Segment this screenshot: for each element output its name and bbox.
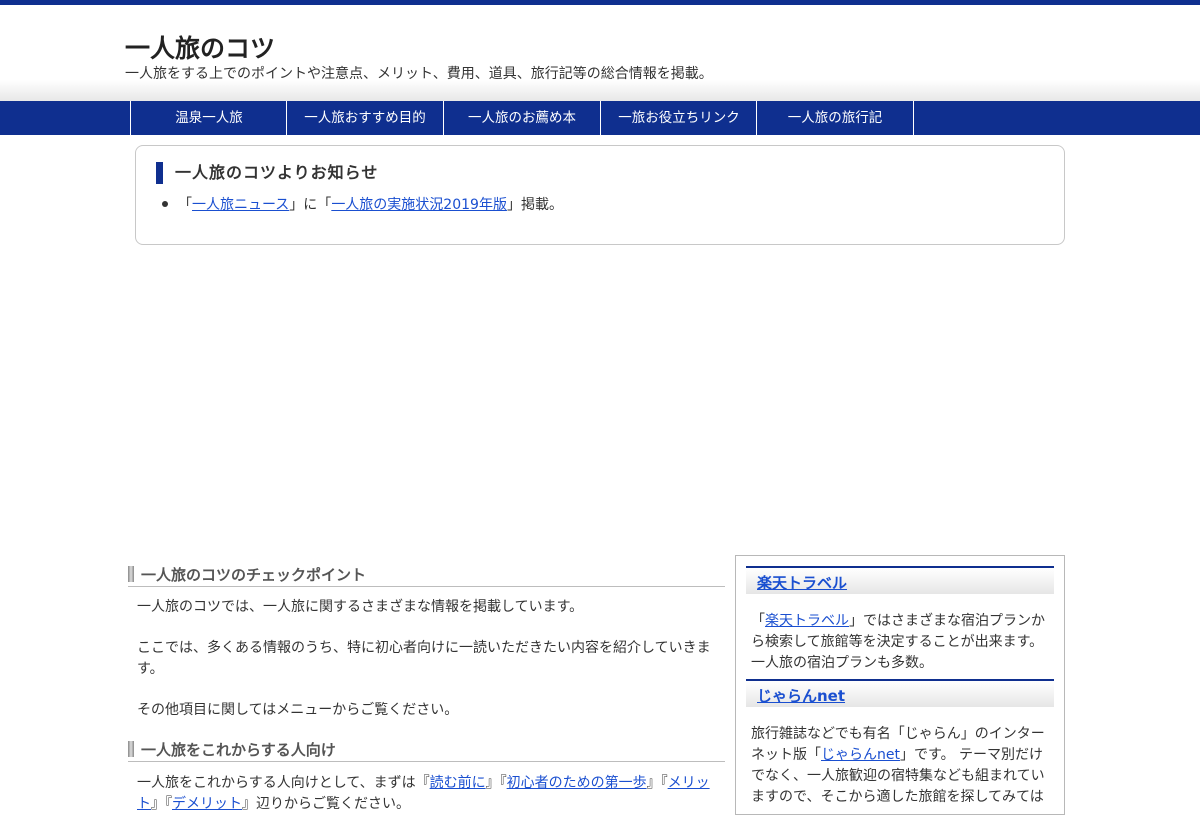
jalan-heading-link[interactable]: じゃらんnet: [757, 685, 845, 706]
demerit-link[interactable]: デメリット: [172, 796, 242, 812]
rakuten-link[interactable]: 楽天トラベル: [765, 613, 849, 629]
first-step-link[interactable]: 初心者のための第一歩: [507, 775, 647, 791]
para-text: 』辺りからご覧ください。: [242, 796, 410, 812]
notice-title: 一人旅のコツよりお知らせ: [156, 162, 378, 184]
para-text: 』『: [646, 775, 668, 791]
site-header: 一人旅のコツ 一人旅をする上でのポイントや注意点、メリット、費用、道具、旅行記等…: [0, 5, 1200, 101]
section-heading-text: 一人旅をこれからする人向け: [141, 741, 336, 759]
section-heading-checkpoints: 一人旅のコツのチェックポイント: [128, 564, 725, 587]
site-title[interactable]: 一人旅のコツ: [125, 29, 275, 65]
jalan-description: 旅行雑誌などでも有名「じゃらん」のインターネット版「じゃらんnet」です。 テー…: [751, 724, 1051, 808]
notice-text: 「: [178, 197, 192, 213]
beginner-paragraph: ここでは、多くある情報のうち、特に初心者向けに一読いただきたい内容を紹介していき…: [137, 640, 711, 677]
jalan-link[interactable]: じゃらんnet: [821, 747, 900, 763]
nav-item-onsen[interactable]: 温泉一人旅: [130, 101, 287, 135]
beginners-paragraph: 一人旅をこれからする人向けとして、まずは『読む前に』『初心者のための第一歩』『メ…: [137, 773, 727, 815]
notice-box: 一人旅のコツよりお知らせ 「一人旅ニュース」に「一人旅の実施状況2019年版」掲…: [135, 145, 1065, 245]
para-text: 』『: [485, 775, 507, 791]
report-2019-link[interactable]: 一人旅の実施状況2019年版: [331, 197, 507, 213]
list-bullet: [162, 201, 168, 207]
section-heading-beginners: 一人旅をこれからする人向け: [128, 739, 725, 762]
para-text: 一人旅をこれからする人向けとして、まずは『: [137, 775, 430, 791]
nav-item-links[interactable]: 一旅お役立ちリンク: [600, 101, 757, 135]
nav-divider: [913, 101, 914, 135]
notice-text: 」に「: [289, 197, 332, 213]
para-text: 』『: [151, 796, 172, 812]
nav-item-purpose[interactable]: 一人旅おすすめ目的: [286, 101, 443, 135]
section-heading-text: 一人旅のコツのチェックポイント: [141, 566, 367, 584]
notice-item: 「一人旅ニュース」に「一人旅の実施状況2019年版」掲載。: [178, 194, 563, 214]
heading-marker: [128, 566, 134, 582]
notice-text: 」掲載。: [506, 197, 563, 213]
nav-item-books[interactable]: 一人旅のお薦め本: [443, 101, 600, 135]
sidebar-text: 「: [751, 613, 765, 629]
rakuten-heading-link[interactable]: 楽天トラベル: [757, 572, 847, 593]
sidebar-heading-jalan: じゃらんnet: [746, 679, 1054, 707]
heading-marker: [128, 741, 134, 757]
intro-paragraph: 一人旅のコツでは、一人旅に関するさまざまな情報を掲載しています。: [137, 599, 584, 615]
menu-paragraph: その他項目に関してはメニューからご覧ください。: [137, 702, 459, 718]
nav-item-travelogue[interactable]: 一人旅の旅行記: [756, 101, 913, 135]
sidebar-heading-rakuten: 楽天トラベル: [746, 566, 1054, 594]
main-navigation: 温泉一人旅 一人旅おすすめ目的 一人旅のお薦め本 一旅お役立ちリンク 一人旅の旅…: [0, 101, 1200, 135]
rakuten-description: 「楽天トラベル」ではさまざまな宿泊プランから検索して旅館等を決定することが出来ま…: [751, 611, 1051, 674]
sidebar: 楽天トラベル 「楽天トラベル」ではさまざまな宿泊プランから検索して旅館等を決定す…: [735, 555, 1065, 815]
site-description: 一人旅をする上でのポイントや注意点、メリット、費用、道具、旅行記等の総合情報を掲…: [125, 66, 713, 82]
before-reading-link[interactable]: 読む前に: [430, 775, 486, 791]
news-link[interactable]: 一人旅ニュース: [192, 197, 289, 213]
